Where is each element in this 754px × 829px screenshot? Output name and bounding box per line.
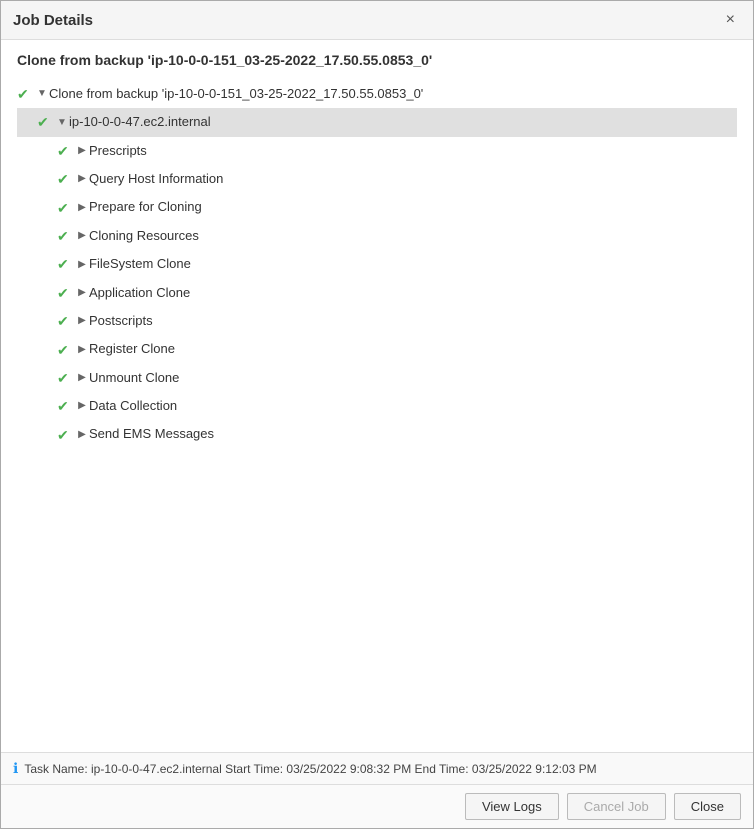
list-item: ✔ ▶ FileSystem Clone — [17, 250, 737, 278]
expand-arrow-icon[interactable]: ▼ — [55, 115, 69, 131]
item-label-prepare-cloning: Prepare for Cloning — [89, 197, 202, 218]
close-icon-button[interactable]: × — [720, 9, 741, 31]
dialog-footer-buttons: View Logs Cancel Job Close — [1, 784, 753, 828]
job-tree: ✔ ▼ Clone from backup 'ip-10-0-0-151_03-… — [17, 80, 737, 449]
check-icon: ✔ — [37, 111, 55, 133]
check-icon: ✔ — [57, 367, 75, 389]
expand-arrow-icon[interactable]: ▶ — [75, 427, 89, 443]
list-item: ✔ ▶ Prescripts — [17, 137, 737, 165]
item-label-cloning-resources: Cloning Resources — [89, 226, 199, 247]
view-logs-button[interactable]: View Logs — [465, 793, 559, 820]
check-icon: ✔ — [17, 83, 35, 105]
list-item: ✔ ▶ Cloning Resources — [17, 222, 737, 250]
check-icon: ✔ — [57, 225, 75, 247]
dialog-content: Clone from backup 'ip-10-0-0-151_03-25-2… — [1, 40, 753, 752]
job-details-dialog: Job Details × Clone from backup 'ip-10-0… — [0, 0, 754, 829]
list-item: ✔ ▶ Application Clone — [17, 279, 737, 307]
footer-info-bar: ℹ Task Name: ip-10-0-0-47.ec2.internal S… — [1, 752, 753, 784]
item-label-data-collection: Data Collection — [89, 396, 177, 417]
list-item: ✔ ▶ Register Clone — [17, 336, 737, 364]
expand-arrow-icon[interactable]: ▶ — [75, 370, 89, 386]
item-label-postscripts: Postscripts — [89, 311, 153, 332]
item-label-unmount-clone: Unmount Clone — [89, 368, 179, 389]
check-icon: ✔ — [57, 339, 75, 361]
list-item: ✔ ▶ Unmount Clone — [17, 364, 737, 392]
item-label-query-host: Query Host Information — [89, 169, 223, 190]
expand-arrow-icon[interactable]: ▶ — [75, 200, 89, 216]
check-icon: ✔ — [57, 282, 75, 304]
expand-arrow-icon[interactable]: ▼ — [35, 86, 49, 102]
tree-root-label: Clone from backup 'ip-10-0-0-151_03-25-2… — [49, 84, 423, 105]
expand-arrow-icon[interactable]: ▶ — [75, 228, 89, 244]
item-label-prescripts: Prescripts — [89, 141, 147, 162]
expand-arrow-icon[interactable]: ▶ — [75, 171, 89, 187]
dialog-header: Job Details × — [1, 1, 753, 40]
list-item: ✔ ▶ Postscripts — [17, 307, 737, 335]
item-label-register-clone: Register Clone — [89, 339, 175, 360]
check-icon: ✔ — [57, 395, 75, 417]
expand-arrow-icon[interactable]: ▶ — [75, 285, 89, 301]
list-item: ✔ ▶ Prepare for Cloning — [17, 194, 737, 222]
footer-info-text: Task Name: ip-10-0-0-47.ec2.internal Sta… — [24, 762, 596, 776]
check-icon: ✔ — [57, 424, 75, 446]
check-icon: ✔ — [57, 168, 75, 190]
cancel-job-button[interactable]: Cancel Job — [567, 793, 666, 820]
tree-root-item: ✔ ▼ Clone from backup 'ip-10-0-0-151_03-… — [17, 80, 737, 108]
item-label-send-ems: Send EMS Messages — [89, 424, 214, 445]
check-icon: ✔ — [57, 310, 75, 332]
backup-title: Clone from backup 'ip-10-0-0-151_03-25-2… — [17, 52, 737, 68]
expand-arrow-icon[interactable]: ▶ — [75, 342, 89, 358]
expand-arrow-icon[interactable]: ▶ — [75, 398, 89, 414]
check-icon: ✔ — [57, 253, 75, 275]
check-icon: ✔ — [57, 197, 75, 219]
expand-arrow-icon[interactable]: ▶ — [75, 143, 89, 159]
tree-host-item: ✔ ▼ ip-10-0-0-47.ec2.internal — [17, 108, 737, 136]
list-item: ✔ ▶ Query Host Information — [17, 165, 737, 193]
item-label-filesystem-clone: FileSystem Clone — [89, 254, 191, 275]
tree-host-label: ip-10-0-0-47.ec2.internal — [69, 112, 211, 133]
close-button[interactable]: Close — [674, 793, 741, 820]
list-item: ✔ ▶ Data Collection — [17, 392, 737, 420]
list-item: ✔ ▶ Send EMS Messages — [17, 421, 737, 449]
expand-arrow-icon[interactable]: ▶ — [75, 313, 89, 329]
expand-arrow-icon[interactable]: ▶ — [75, 257, 89, 273]
check-icon: ✔ — [57, 140, 75, 162]
info-icon: ℹ — [13, 760, 18, 777]
item-label-application-clone: Application Clone — [89, 283, 190, 304]
dialog-title: Job Details — [13, 12, 93, 29]
